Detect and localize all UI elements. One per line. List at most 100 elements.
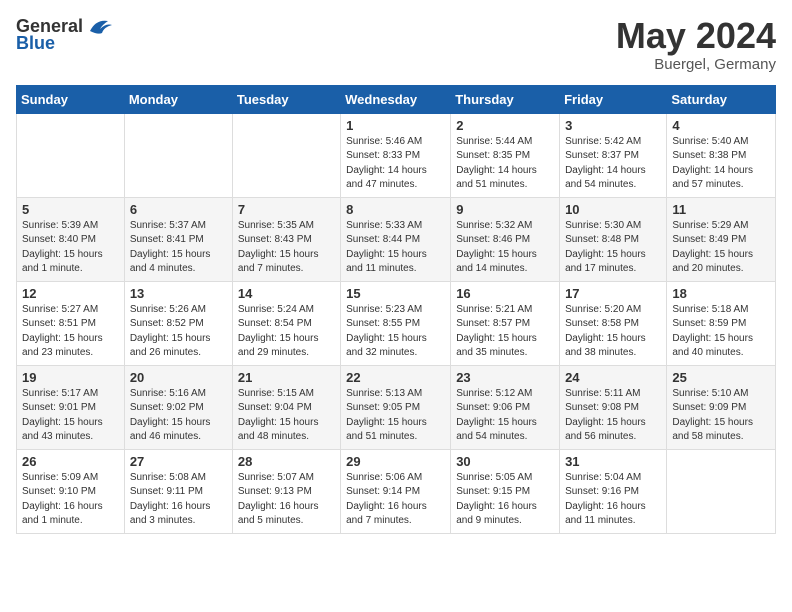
day-info: Sunrise: 5:44 AM Sunset: 8:35 PM Dayligh… [456, 135, 554, 193]
day-number: 7 [238, 202, 335, 217]
day-info: Sunrise: 5:10 AM Sunset: 9:09 PM Dayligh… [672, 387, 770, 445]
calendar-cell: 14 Sunrise: 5:24 AM Sunset: 8:54 PM Dayli… [232, 281, 340, 365]
calendar-cell: 13 Sunrise: 5:26 AM Sunset: 8:52 PM Dayli… [124, 281, 232, 365]
day-info: Sunrise: 5:37 AM Sunset: 8:41 PM Dayligh… [130, 219, 227, 277]
day-number: 15 [346, 286, 445, 301]
day-number: 16 [456, 286, 554, 301]
day-number: 4 [672, 118, 770, 133]
calendar-cell: 26 Sunrise: 5:09 AM Sunset: 9:10 PM Dayli… [17, 449, 125, 533]
day-info: Sunrise: 5:06 AM Sunset: 9:14 PM Dayligh… [346, 471, 445, 529]
location: Buergel, Germany [616, 56, 776, 73]
calendar-cell: 11 Sunrise: 5:29 AM Sunset: 8:49 PM Dayli… [667, 197, 776, 281]
day-number: 5 [22, 202, 119, 217]
day-number: 9 [456, 202, 554, 217]
day-number: 20 [130, 370, 227, 385]
calendar-cell: 19 Sunrise: 5:17 AM Sunset: 9:01 PM Dayli… [17, 365, 125, 449]
calendar-cell: 6 Sunrise: 5:37 AM Sunset: 8:41 PM Daylig… [124, 197, 232, 281]
calendar-cell: 17 Sunrise: 5:20 AM Sunset: 8:58 PM Dayli… [560, 281, 667, 365]
calendar-cell: 3 Sunrise: 5:42 AM Sunset: 8:37 PM Daylig… [560, 113, 667, 197]
day-info: Sunrise: 5:08 AM Sunset: 9:11 PM Dayligh… [130, 471, 227, 529]
day-number: 13 [130, 286, 227, 301]
day-info: Sunrise: 5:07 AM Sunset: 9:13 PM Dayligh… [238, 471, 335, 529]
calendar-header-friday: Friday [560, 85, 667, 113]
calendar-header-saturday: Saturday [667, 85, 776, 113]
calendar-cell [17, 113, 125, 197]
calendar-cell: 12 Sunrise: 5:27 AM Sunset: 8:51 PM Dayli… [17, 281, 125, 365]
day-info: Sunrise: 5:16 AM Sunset: 9:02 PM Dayligh… [130, 387, 227, 445]
calendar-cell: 21Sunrise: 5:15 AM Sunset: 9:04 PM Dayli… [232, 365, 340, 449]
day-number: 19 [22, 370, 119, 385]
day-info: Sunrise: 5:15 AM Sunset: 9:04 PM Dayligh… [238, 387, 335, 445]
day-number: 23 [456, 370, 554, 385]
day-number: 25 [672, 370, 770, 385]
calendar-header-monday: Monday [124, 85, 232, 113]
calendar-cell: 7 Sunrise: 5:35 AM Sunset: 8:43 PM Daylig… [232, 197, 340, 281]
day-number: 28 [238, 454, 335, 469]
day-info: Sunrise: 5:23 AM Sunset: 8:55 PM Dayligh… [346, 303, 445, 361]
calendar-cell: 4 Sunrise: 5:40 AM Sunset: 8:38 PM Daylig… [667, 113, 776, 197]
logo-bird-icon [86, 17, 114, 37]
calendar-cell: 29 Sunrise: 5:06 AM Sunset: 9:14 PM Dayli… [341, 449, 451, 533]
calendar-cell: 18 Sunrise: 5:18 AM Sunset: 8:59 PM Dayli… [667, 281, 776, 365]
day-number: 11 [672, 202, 770, 217]
calendar-cell: 16 Sunrise: 5:21 AM Sunset: 8:57 PM Dayli… [451, 281, 560, 365]
calendar-cell: 22Sunrise: 5:13 AM Sunset: 9:05 PM Dayli… [341, 365, 451, 449]
calendar-cell: 9Sunrise: 5:32 AM Sunset: 8:46 PM Daylig… [451, 197, 560, 281]
day-info: Sunrise: 5:21 AM Sunset: 8:57 PM Dayligh… [456, 303, 554, 361]
day-info: Sunrise: 5:13 AM Sunset: 9:05 PM Dayligh… [346, 387, 445, 445]
day-info: Sunrise: 5:09 AM Sunset: 9:10 PM Dayligh… [22, 471, 119, 529]
day-number: 18 [672, 286, 770, 301]
day-number: 31 [565, 454, 661, 469]
day-info: Sunrise: 5:27 AM Sunset: 8:51 PM Dayligh… [22, 303, 119, 361]
day-info: Sunrise: 5:24 AM Sunset: 8:54 PM Dayligh… [238, 303, 335, 361]
calendar-header-tuesday: Tuesday [232, 85, 340, 113]
day-info: Sunrise: 5:46 AM Sunset: 8:33 PM Dayligh… [346, 135, 445, 193]
day-number: 6 [130, 202, 227, 217]
day-number: 17 [565, 286, 661, 301]
calendar-cell: 2Sunrise: 5:44 AM Sunset: 8:35 PM Daylig… [451, 113, 560, 197]
day-number: 8 [346, 202, 445, 217]
day-info: Sunrise: 5:29 AM Sunset: 8:49 PM Dayligh… [672, 219, 770, 277]
calendar-cell: 27 Sunrise: 5:08 AM Sunset: 9:11 PM Dayli… [124, 449, 232, 533]
title-area: May 2024 Buergel, Germany [616, 16, 776, 73]
calendar-cell: 23 Sunrise: 5:12 AM Sunset: 9:06 PM Dayli… [451, 365, 560, 449]
day-info: Sunrise: 5:26 AM Sunset: 8:52 PM Dayligh… [130, 303, 227, 361]
day-info: Sunrise: 5:12 AM Sunset: 9:06 PM Dayligh… [456, 387, 554, 445]
day-info: Sunrise: 5:18 AM Sunset: 8:59 PM Dayligh… [672, 303, 770, 361]
day-info: Sunrise: 5:04 AM Sunset: 9:16 PM Dayligh… [565, 471, 661, 529]
day-info: Sunrise: 5:33 AM Sunset: 8:44 PM Dayligh… [346, 219, 445, 277]
day-number: 29 [346, 454, 445, 469]
day-number: 1 [346, 118, 445, 133]
day-number: 26 [22, 454, 119, 469]
page-header: General Blue May 2024 Buergel, Germany [16, 16, 776, 73]
day-number: 30 [456, 454, 554, 469]
day-number: 12 [22, 286, 119, 301]
day-number: 24 [565, 370, 661, 385]
day-info: Sunrise: 5:17 AM Sunset: 9:01 PM Dayligh… [22, 387, 119, 445]
calendar-cell: 31 Sunrise: 5:04 AM Sunset: 9:16 PM Dayli… [560, 449, 667, 533]
calendar-cell: 20 Sunrise: 5:16 AM Sunset: 9:02 PM Dayli… [124, 365, 232, 449]
calendar-table: SundayMondayTuesdayWednesdayThursdayFrid… [16, 85, 776, 534]
calendar-cell: 1 Sunrise: 5:46 AM Sunset: 8:33 PM Daylig… [341, 113, 451, 197]
calendar-cell: 5 Sunrise: 5:39 AM Sunset: 8:40 PM Daylig… [17, 197, 125, 281]
month-title: May 2024 [616, 16, 776, 56]
calendar-cell: 10Sunrise: 5:30 AM Sunset: 8:48 PM Dayli… [560, 197, 667, 281]
day-info: Sunrise: 5:20 AM Sunset: 8:58 PM Dayligh… [565, 303, 661, 361]
calendar-cell: 8 Sunrise: 5:33 AM Sunset: 8:44 PM Daylig… [341, 197, 451, 281]
day-info: Sunrise: 5:40 AM Sunset: 8:38 PM Dayligh… [672, 135, 770, 193]
logo-blue: Blue [16, 33, 55, 54]
day-number: 27 [130, 454, 227, 469]
calendar-header-thursday: Thursday [451, 85, 560, 113]
logo: General Blue [16, 16, 114, 54]
calendar-cell: 25 Sunrise: 5:10 AM Sunset: 9:09 PM Dayli… [667, 365, 776, 449]
calendar-cell [124, 113, 232, 197]
day-number: 14 [238, 286, 335, 301]
day-info: Sunrise: 5:35 AM Sunset: 8:43 PM Dayligh… [238, 219, 335, 277]
day-number: 3 [565, 118, 661, 133]
calendar-header-sunday: Sunday [17, 85, 125, 113]
calendar-cell: 15 Sunrise: 5:23 AM Sunset: 8:55 PM Dayli… [341, 281, 451, 365]
calendar-header-wednesday: Wednesday [341, 85, 451, 113]
day-info: Sunrise: 5:39 AM Sunset: 8:40 PM Dayligh… [22, 219, 119, 277]
calendar-cell [232, 113, 340, 197]
day-info: Sunrise: 5:42 AM Sunset: 8:37 PM Dayligh… [565, 135, 661, 193]
